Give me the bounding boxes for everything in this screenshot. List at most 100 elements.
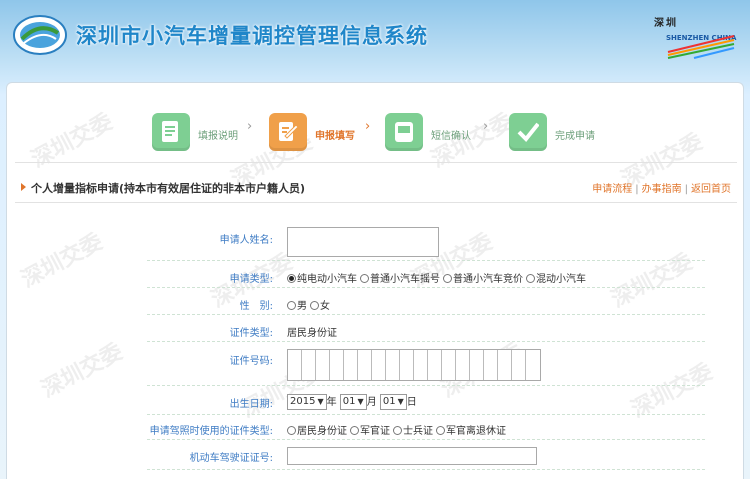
link-separator: | [684,184,688,195]
id-digit-cell[interactable] [512,350,526,380]
select-value: 2015 [290,396,316,407]
chevron-down-icon: ▼ [317,397,324,406]
radio-icon[interactable] [393,426,402,435]
link-home[interactable]: 返回首页 [691,184,731,195]
section-bullet-icon [21,183,26,191]
id-digit-cell[interactable] [386,350,400,380]
watermark: 深圳交委 [607,249,697,313]
divider [15,162,737,163]
site-title: 深圳市小汽车增量调控管理信息系统 [76,24,428,48]
edit-icon [269,113,307,151]
step-label: 短信确认 [431,131,471,142]
license-cert-type-label: 申请驾照时使用的证件类型: [149,426,273,437]
step-label: 填报说明 [198,131,238,142]
id-digit-cell[interactable] [316,350,330,380]
option-label: 军官离退休证 [446,426,506,437]
row-separator [147,385,705,386]
id-digit-cell[interactable] [414,350,428,380]
apply-type-hybrid[interactable]: 混动小汽车 [526,274,586,285]
unit-label: 日 [406,397,417,408]
id-digit-cell[interactable] [470,350,484,380]
license-number-input[interactable] [287,447,537,465]
option-label: 男 [297,301,307,312]
chevron-right-icon: › [247,119,253,134]
id-digit-cell[interactable] [442,350,456,380]
apply-type-bid[interactable]: 普通小汽车竞价 [443,274,523,285]
license-number-field-wrap [287,447,537,468]
radio-icon[interactable] [360,274,369,283]
apply-type-options: 纯电动小汽车 普通小汽车摇号 普通小汽车竞价 混动小汽车 [287,270,589,285]
license-cert-officer[interactable]: 军官证 [350,426,390,437]
id-digit-cell[interactable] [526,350,540,380]
option-label: 士兵证 [403,426,433,437]
radio-icon[interactable] [526,274,535,283]
row-separator [147,414,705,415]
gender-female[interactable]: 女 [310,301,330,312]
radio-icon[interactable] [436,426,445,435]
id-digit-cell[interactable] [372,350,386,380]
step-label: 申报填写 [315,131,355,142]
id-digit-cell[interactable] [498,350,512,380]
apply-type-lottery[interactable]: 普通小汽车摇号 [360,274,440,285]
id-digit-cell[interactable] [456,350,470,380]
license-cert-type-options: 居民身份证 军官证 士兵证 军官离退休证 [287,422,509,437]
select-value: 01 [382,396,396,407]
row-separator [147,260,705,261]
gender-male[interactable]: 男 [287,301,307,312]
option-label: 混动小汽车 [536,274,586,285]
applicant-name-input[interactable] [287,227,439,257]
license-cert-soldier[interactable]: 士兵证 [393,426,433,437]
apply-type-ev[interactable]: 纯电动小汽车 [287,274,357,285]
id-number-grid[interactable] [287,349,541,381]
option-label: 居民身份证 [297,426,347,437]
option-label: 女 [320,301,330,312]
unit-label: 月 [366,397,377,408]
radio-icon[interactable] [287,426,296,435]
top-links: 申请流程 | 办事指南 | 返回首页 [592,180,731,195]
divider [15,202,737,203]
link-guide[interactable]: 办事指南 [642,184,682,195]
check-icon [509,113,547,151]
cert-number-input[interactable] [287,349,541,381]
birth-year-select[interactable]: 2015 ▼ [287,394,327,410]
birth-date-label: 出生日期: [229,399,273,410]
apply-type-label: 申请类型: [229,274,273,285]
link-apply-flow[interactable]: 申请流程 [592,184,632,195]
id-digit-cell[interactable] [330,350,344,380]
gender-options: 男女 [287,297,333,312]
progress-steps: 填报说明 › 申报填写 › 短信确认 › 完成申请 [7,105,745,155]
chevron-down-icon: ▼ [397,397,404,406]
option-label: 军官证 [360,426,390,437]
radio-icon[interactable] [287,274,296,283]
option-label: 纯电动小汽车 [297,274,357,285]
cert-type-value: 居民身份证 [287,328,337,339]
row-separator [147,287,705,288]
option-label: 普通小汽车摇号 [370,274,440,285]
radio-icon[interactable] [287,301,296,310]
shenzhen-brand-logo: 深圳 SHENZHEN CHINA [654,14,740,60]
birth-day-select[interactable]: 01 ▼ [379,394,407,410]
select-value: 01 [342,396,356,407]
id-digit-cell[interactable] [358,350,372,380]
link-separator: | [635,184,639,195]
radio-icon[interactable] [350,426,359,435]
id-digit-cell[interactable] [302,350,316,380]
chevron-down-icon: ▼ [357,397,364,406]
id-digit-cell[interactable] [400,350,414,380]
site-logo [12,13,68,57]
id-digit-cell[interactable] [344,350,358,380]
chevron-right-icon: › [365,119,371,134]
license-cert-retired[interactable]: 军官离退休证 [436,426,506,437]
license-cert-idcard[interactable]: 居民身份证 [287,426,347,437]
birth-month-select[interactable]: 01 ▼ [339,394,367,410]
document-icon [152,113,190,151]
radio-icon[interactable] [443,274,452,283]
header: 深圳市小汽车增量调控管理信息系统 深圳 SHENZHEN CHINA [0,0,750,82]
id-digit-cell[interactable] [288,350,302,380]
radio-icon[interactable] [310,301,319,310]
main-panel: 深圳交委 深圳交委 深圳交委 深圳交委 深圳交委 深圳交委 深圳交委 深圳交委 … [6,82,744,479]
applicant-name-label: 申请人姓名: [219,235,273,246]
row-separator [147,341,705,342]
id-digit-cell[interactable] [484,350,498,380]
id-digit-cell[interactable] [428,350,442,380]
